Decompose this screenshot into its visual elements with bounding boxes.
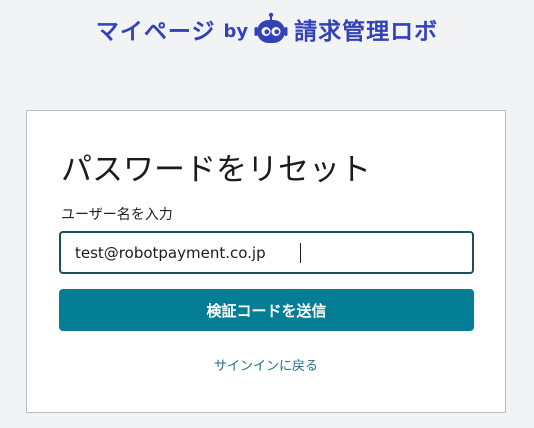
page-title: パスワードをリセット <box>61 152 371 188</box>
reset-password-card: パスワードをリセット ユーザー名を入力 検証コードを送信 サインインに戻る <box>26 110 506 413</box>
send-verification-code-button[interactable]: 検証コードを送信 <box>59 289 474 331</box>
brand-header: マイページ by 請求管理ロボ <box>0 12 534 46</box>
by-label: by <box>223 20 249 42</box>
back-to-signin-link[interactable]: サインインに戻る <box>27 355 505 374</box>
mypage-label: マイページ <box>95 19 216 45</box>
username-label: ユーザー名を入力 <box>61 207 173 223</box>
username-input[interactable] <box>61 233 472 272</box>
text-caret <box>300 243 301 263</box>
username-field-wrapper <box>59 231 474 274</box>
brand-name: 請求管理ロボ <box>294 19 439 45</box>
robot-logo-icon <box>254 12 288 46</box>
